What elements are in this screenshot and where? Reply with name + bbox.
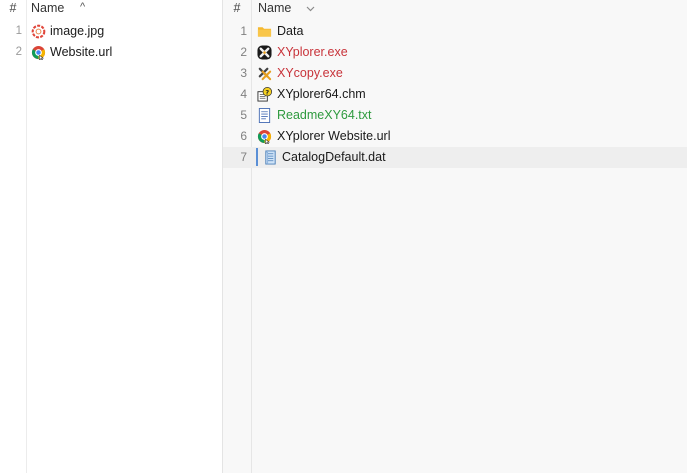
- file-name: XYplorer64.chm: [277, 87, 366, 101]
- row-number: 7: [240, 150, 247, 164]
- list-item[interactable]: 1 Data: [223, 21, 687, 42]
- row-number: 1: [15, 25, 22, 37]
- xycopy-app-icon: [258, 67, 272, 81]
- file-name: CatalogDefault.dat: [282, 150, 386, 164]
- sort-descending-icon: [306, 6, 315, 12]
- svg-text:?: ?: [265, 89, 269, 97]
- row-number: 6: [240, 129, 247, 143]
- file-name: XYplorer.exe: [277, 45, 348, 59]
- chrome-url-icon: [31, 45, 46, 60]
- list-item[interactable]: 4 ? XYplorer64.chm: [223, 84, 687, 105]
- file-name: image.jpg: [50, 24, 105, 38]
- file-name: XYcopy.exe: [277, 66, 343, 80]
- file-name: Website.url: [50, 45, 113, 59]
- number-column-header[interactable]: #: [0, 1, 26, 15]
- list-item[interactable]: 2 XYplorer.exe: [223, 42, 687, 63]
- row-number-column: [0, 0, 27, 473]
- image-file-icon: [31, 24, 46, 39]
- row-number: 5: [240, 108, 247, 122]
- row-number: 1: [240, 24, 247, 38]
- chrome-url-icon: [257, 129, 272, 144]
- row-number: 2: [15, 46, 22, 58]
- name-column-header[interactable]: Name: [31, 1, 64, 15]
- left-list-header: # Name ^: [0, 0, 222, 18]
- folder-icon: [257, 27, 272, 37]
- file-name: Data: [277, 24, 304, 38]
- list-item-selected[interactable]: 7 CatalogDefault.dat: [223, 147, 687, 168]
- row-number: 4: [240, 87, 247, 101]
- right-file-list: 1 Data 2 XYplorer.exe 3 XYcopy.exe 4 ? X…: [223, 21, 687, 168]
- file-name: XYplorer Website.url: [277, 129, 391, 143]
- list-item[interactable]: 1 image.jpg: [0, 21, 222, 42]
- text-file-icon: [258, 108, 271, 123]
- file-name: ReadmeXY64.txt: [277, 108, 372, 122]
- name-column-header[interactable]: Name: [258, 1, 291, 15]
- list-item[interactable]: 5 ReadmeXY64.txt: [223, 105, 687, 126]
- data-file-icon: [265, 150, 276, 165]
- right-list-header: # Name: [223, 0, 687, 18]
- left-file-pane[interactable]: # Name ^ 1 image.jpg 2 Website.url: [0, 0, 222, 473]
- list-item[interactable]: 6 XYplorer Website.url: [223, 126, 687, 147]
- help-file-icon: ?: [257, 87, 272, 102]
- row-number: 2: [240, 45, 247, 59]
- list-item[interactable]: 2 Website.url: [0, 42, 222, 63]
- number-column-header[interactable]: #: [223, 1, 251, 15]
- sort-ascending-icon: ^: [80, 1, 86, 13]
- left-file-list: 1 image.jpg 2 Website.url: [0, 21, 222, 63]
- right-file-pane[interactable]: # Name 1 Data 2 XYplorer.exe 3 XYcopy.ex…: [223, 0, 687, 473]
- list-item[interactable]: 3 XYcopy.exe: [223, 63, 687, 84]
- xyplorer-app-icon: [257, 45, 272, 60]
- row-number: 3: [240, 66, 247, 80]
